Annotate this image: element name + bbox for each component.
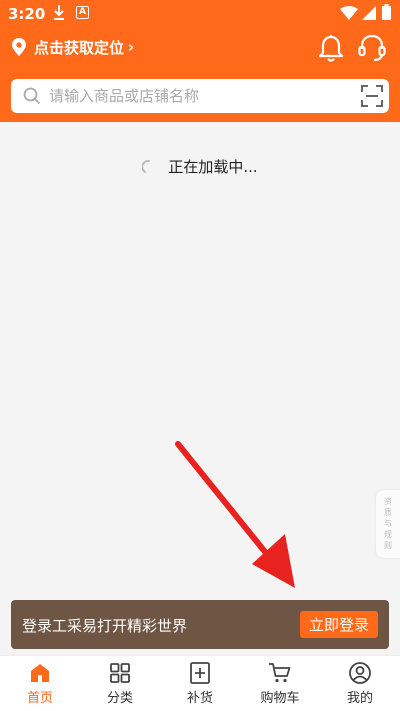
bottom-tab-bar: 首页 分类 补货 购物车 我的 — [0, 655, 400, 711]
bell-icon[interactable] — [318, 34, 344, 62]
tab-label: 分类 — [106, 691, 133, 706]
tab-label: 首页 — [26, 691, 53, 706]
download-icon — [54, 5, 64, 20]
cart-icon — [269, 663, 291, 683]
tab-label: 我的 — [346, 691, 373, 706]
loading-spinner-icon — [142, 160, 151, 173]
loading-indicator: 正在加载中... — [0, 156, 400, 177]
search-bar[interactable] — [11, 79, 389, 113]
search-icon — [23, 87, 41, 105]
customer-service-icon[interactable] — [358, 34, 386, 62]
tab-label: 补货 — [186, 691, 213, 706]
status-time: 3:20 — [8, 5, 46, 23]
login-banner: 登录工采易打开精彩世界 立即登录 — [11, 600, 389, 649]
header: 3:20 A 点击获取定位 › — [0, 0, 400, 122]
tab-category[interactable]: 分类 — [80, 656, 160, 711]
tab-label: 购物车 — [260, 691, 300, 706]
notification-a-icon: A — [76, 6, 89, 19]
search-input[interactable] — [49, 79, 339, 113]
loading-text: 正在加载中... — [168, 158, 258, 176]
tab-restock[interactable]: 补货 — [160, 656, 240, 711]
scan-icon[interactable] — [361, 85, 383, 107]
status-bar: 3:20 A — [0, 0, 400, 28]
location-pin-icon — [12, 38, 26, 56]
login-banner-message: 登录工采易打开精彩世界 — [22, 617, 188, 635]
side-tab-label: 资质与规则 — [384, 497, 392, 550]
location-selector[interactable]: 点击获取定位 › — [12, 34, 134, 60]
profile-icon — [349, 662, 371, 684]
category-grid-icon — [110, 663, 130, 683]
login-now-button[interactable]: 立即登录 — [300, 611, 378, 638]
tab-home[interactable]: 首页 — [0, 656, 80, 711]
restock-icon — [190, 662, 210, 684]
cellular-signal-icon — [362, 6, 376, 20]
chevron-right-icon: › — [128, 38, 135, 56]
home-icon — [31, 664, 49, 682]
battery-icon — [382, 4, 391, 20]
tab-cart[interactable]: 购物车 — [240, 656, 320, 711]
qualification-rules-tab[interactable]: 资质与规则 — [376, 490, 400, 558]
tab-profile[interactable]: 我的 — [320, 656, 400, 711]
wifi-icon — [340, 6, 358, 20]
location-label: 点击获取定位 — [34, 38, 125, 57]
main-content: 正在加载中... — [0, 130, 400, 655]
